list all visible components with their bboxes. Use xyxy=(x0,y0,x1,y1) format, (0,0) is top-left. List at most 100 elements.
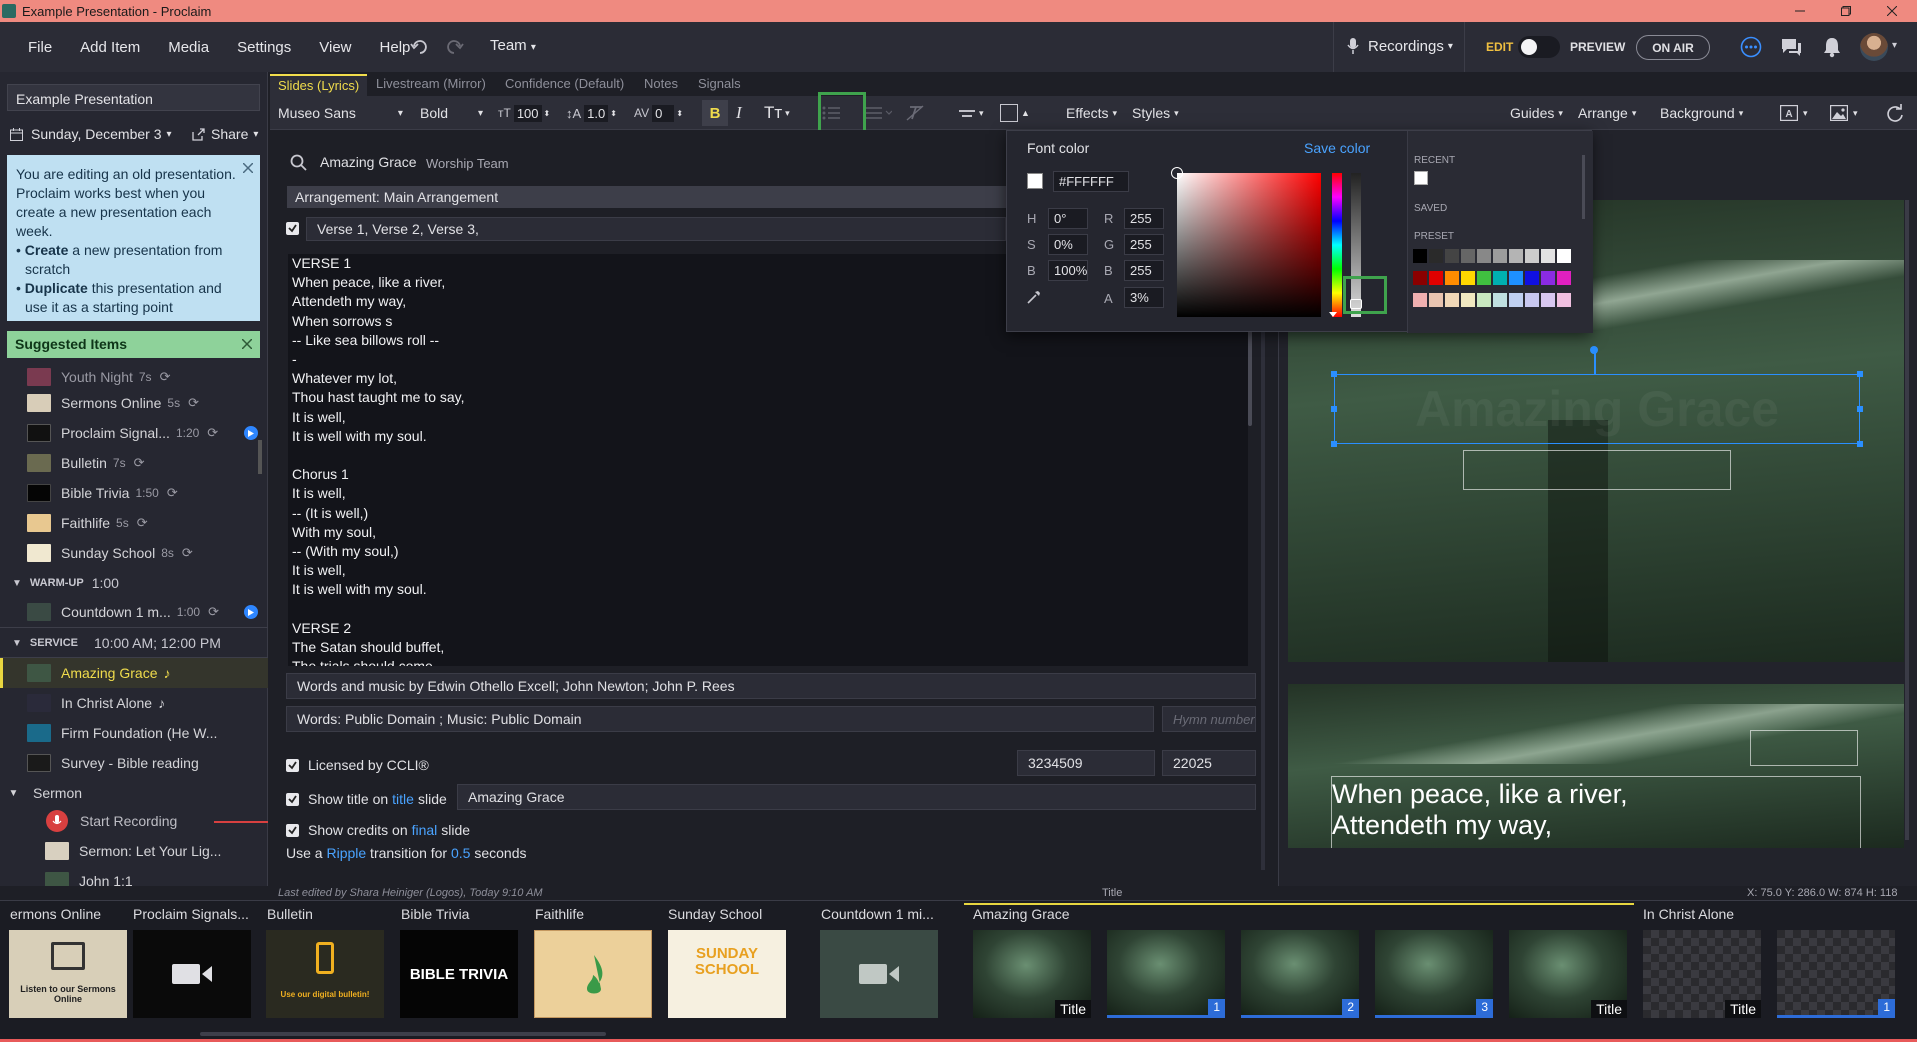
menu-add-item[interactable]: Add Item xyxy=(66,39,154,56)
list-item-selected[interactable]: Amazing Grace ♪ xyxy=(0,658,268,688)
green-input[interactable]: 255 xyxy=(1124,234,1164,255)
preset-color-swatch[interactable] xyxy=(1429,249,1443,263)
preset-color-swatch[interactable] xyxy=(1509,293,1523,307)
arrangement-checkbox[interactable] xyxy=(286,222,299,235)
presentation-name-field[interactable]: Example Presentation xyxy=(7,84,260,111)
preset-color-swatch[interactable] xyxy=(1461,293,1475,307)
hue-input[interactable]: 0° xyxy=(1048,208,1088,229)
font-color-button[interactable]: ▲ xyxy=(1000,96,1030,130)
arrangement-dropdown[interactable]: Arrangement: Main Arrangement xyxy=(287,186,1007,208)
preset-color-swatch[interactable] xyxy=(1557,249,1571,263)
show-title-checkbox[interactable] xyxy=(286,792,299,806)
recordings-dropdown[interactable]: Recordings ▾ xyxy=(1346,37,1453,55)
final-slide-link[interactable]: final xyxy=(412,822,438,838)
arrange-dropdown[interactable]: Arrange ▾ xyxy=(1578,96,1636,130)
close-notice-icon[interactable] xyxy=(243,163,253,173)
left-scrollbar[interactable] xyxy=(258,440,262,474)
bullet-list-icon[interactable] xyxy=(822,96,844,130)
service-group-header[interactable]: ▼ SERVICE 10:00 AM; 12:00 PM xyxy=(0,628,268,658)
redo-icon[interactable] xyxy=(446,38,464,56)
duplicate-link[interactable]: Duplicate xyxy=(25,280,88,296)
tab-confidence[interactable]: Confidence (Default) xyxy=(497,74,632,96)
preset-color-swatch[interactable] xyxy=(1509,249,1523,263)
sermon-group-header[interactable]: ▼ Sermon xyxy=(0,778,268,808)
preset-color-swatch[interactable] xyxy=(1429,293,1443,307)
swatch-scrollbar[interactable] xyxy=(1582,155,1585,219)
guides-dropdown[interactable]: Guides ▾ xyxy=(1510,96,1563,130)
menu-media[interactable]: Media xyxy=(154,39,223,56)
strip-slide-thumb[interactable]: 1 xyxy=(1777,930,1895,1018)
resize-handle[interactable] xyxy=(1331,441,1337,447)
letter-spacing-value[interactable]: 0 xyxy=(652,104,675,122)
close-window-button[interactable] xyxy=(1869,0,1915,22)
strip-scrollbar[interactable] xyxy=(200,1032,606,1036)
list-item[interactable]: Survey - Bible reading xyxy=(0,748,268,778)
preset-color-swatch[interactable] xyxy=(1413,249,1427,263)
list-item[interactable]: Faithlife 5s ⟳ xyxy=(0,508,268,538)
alpha-input[interactable]: 3% xyxy=(1124,287,1164,308)
small-text-box[interactable] xyxy=(1750,730,1858,766)
connect-icon[interactable] xyxy=(1740,36,1762,58)
suggested-items-banner[interactable]: Suggested Items xyxy=(7,331,260,358)
preset-color-swatch[interactable] xyxy=(1525,271,1539,285)
list-item[interactable]: Proclaim Signal... 1:20 ⟳ xyxy=(0,418,268,448)
preview-scrollbar[interactable] xyxy=(1905,200,1909,840)
ccli-song-field[interactable]: 22025 xyxy=(1162,750,1256,776)
user-avatar[interactable] xyxy=(1860,33,1888,61)
team-dropdown[interactable]: Team ▾ xyxy=(490,37,536,54)
list-item[interactable]: Bulletin 7s ⟳ xyxy=(0,448,268,478)
preset-color-swatch[interactable] xyxy=(1413,293,1427,307)
preset-color-swatch[interactable] xyxy=(1477,271,1491,285)
lyrics-scrollbar[interactable] xyxy=(1248,330,1252,426)
brightness-input[interactable]: 100% xyxy=(1048,260,1088,281)
reset-icon[interactable] xyxy=(1886,96,1904,130)
text-align-dropdown[interactable]: ▾ xyxy=(958,96,984,130)
strip-slide-thumb[interactable]: 1 xyxy=(1107,930,1225,1018)
preset-color-swatch[interactable] xyxy=(1493,249,1507,263)
bold-button[interactable]: B xyxy=(702,100,728,126)
background-dropdown[interactable]: Background ▾ xyxy=(1660,96,1743,130)
list-item[interactable]: Sunday School 8s ⟳ xyxy=(0,538,268,568)
on-air-button[interactable]: ON AIR xyxy=(1636,35,1710,60)
resize-handle[interactable] xyxy=(1857,371,1863,377)
list-item[interactable]: Firm Foundation (He W... xyxy=(0,718,268,748)
list-item[interactable]: Countdown 1 m... 1:00 ⟳ xyxy=(0,597,268,627)
edit-preview-toggle[interactable] xyxy=(1518,36,1560,58)
strip-thumb-countdown[interactable] xyxy=(820,930,938,1018)
preset-color-swatch[interactable] xyxy=(1557,293,1571,307)
credits-field[interactable]: Words and music by Edwin Othello Excell;… xyxy=(286,673,1256,699)
save-color-link[interactable]: Save color xyxy=(1304,140,1370,156)
date-dropdown[interactable]: Sunday, December 3 ▾ xyxy=(10,126,172,142)
preset-color-swatch[interactable] xyxy=(1541,249,1555,263)
arrangement-order-field[interactable]: Verse 1, Verse 2, Verse 3, xyxy=(306,217,1006,241)
play-icon[interactable] xyxy=(244,426,258,440)
strip-slide-thumb[interactable]: 3 xyxy=(1375,930,1493,1018)
list-item[interactable]: In Christ Alone ♪ xyxy=(0,688,268,718)
strip-thumb-sunday-school[interactable]: SUNDAY SCHOOL xyxy=(668,930,786,1018)
preset-color-swatch[interactable] xyxy=(1509,271,1523,285)
create-link[interactable]: Create xyxy=(25,242,69,258)
title-slide-link[interactable]: title xyxy=(392,791,414,807)
strip-slide-thumb[interactable]: Title xyxy=(1509,930,1627,1018)
undo-icon[interactable] xyxy=(410,38,428,56)
title-text-box[interactable]: Amazing Grace xyxy=(1334,374,1860,444)
resize-handle[interactable] xyxy=(1331,371,1337,377)
preset-color-swatch[interactable] xyxy=(1525,293,1539,307)
close-suggested-icon[interactable] xyxy=(242,339,252,349)
rotate-handle-dot[interactable] xyxy=(1590,346,1598,354)
tab-notes[interactable]: Notes xyxy=(636,74,686,96)
strip-slide-thumb[interactable]: 2 xyxy=(1241,930,1359,1018)
letter-spacing-field[interactable]: AV 0 ⬍ xyxy=(634,96,683,130)
hue-slider-handle[interactable] xyxy=(1329,312,1337,317)
line-height-value[interactable]: 1.0 xyxy=(584,104,609,122)
tab-slides-lyrics[interactable]: Slides (Lyrics) xyxy=(270,74,368,96)
preset-color-swatch[interactable] xyxy=(1445,271,1459,285)
red-input[interactable]: 255 xyxy=(1124,208,1164,229)
menu-view[interactable]: View xyxy=(305,39,365,56)
recent-swatch[interactable] xyxy=(1414,171,1428,185)
ccli-number-field[interactable]: 3234509 xyxy=(1017,750,1155,776)
add-textbox-icon[interactable]: A ▾ xyxy=(1780,96,1808,130)
strip-slide-thumb[interactable]: Title xyxy=(973,930,1091,1018)
ripple-transition-link[interactable]: Ripple xyxy=(326,845,366,861)
menu-settings[interactable]: Settings xyxy=(223,39,305,56)
